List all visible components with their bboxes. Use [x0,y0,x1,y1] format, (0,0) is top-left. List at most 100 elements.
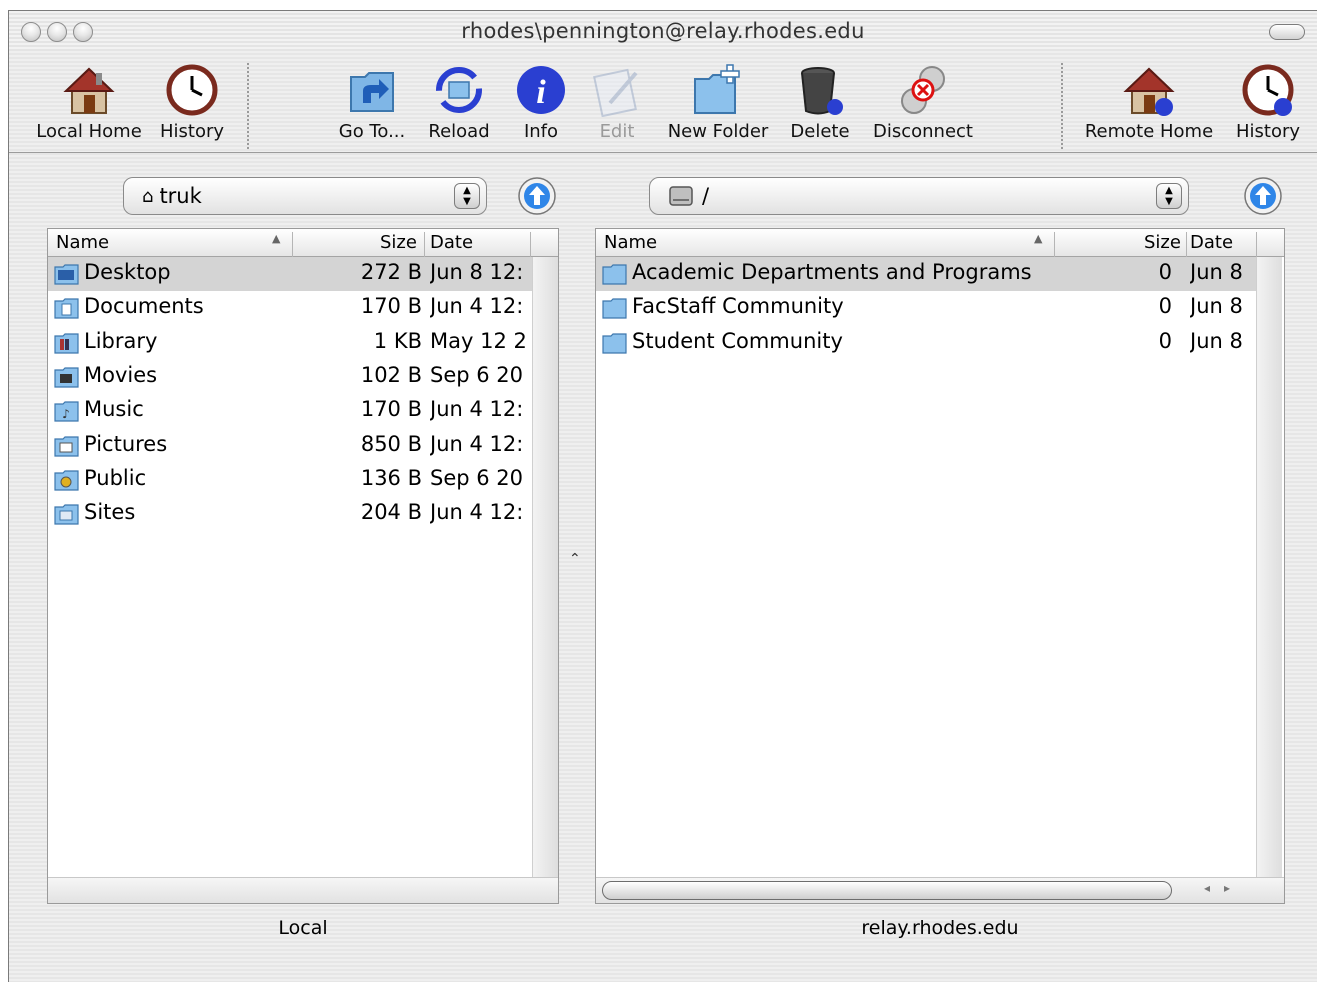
window-title: rhodes\pennington@relay.rhodes.edu [461,19,865,43]
pictures-folder-icon [54,435,79,457]
column-divider[interactable] [1186,232,1187,260]
hard-drive-icon [669,186,693,206]
file-size: 1 KB [373,328,422,353]
folder-icon [602,332,627,354]
file-name: Public [84,465,147,490]
remote-path-popup[interactable]: / ▲ ▼ [649,177,1189,215]
local-file-row[interactable]: Sites 204 B Jun 4 12: [48,497,532,531]
info-icon: i [517,66,565,114]
remote-clock-icon [1242,64,1294,116]
documents-folder-icon [54,298,79,319]
column-divider[interactable] [292,232,293,260]
file-size: 204 B [360,500,422,525]
remote-pane-label: relay.rhodes.edu [861,917,1019,939]
remote-col-size[interactable]: Size [1144,232,1181,253]
local-up-directory-button[interactable] [517,176,557,216]
toolbar: Local Home History Go To... Reload i Inf… [9,51,1317,153]
file-name: Student Community [632,328,843,353]
go-to-label: Go To... [338,121,406,142]
go-to-button[interactable]: Go To... [327,57,417,149]
column-divider[interactable] [424,232,425,260]
home-icon [63,67,115,114]
local-home-label: Local Home [36,121,142,142]
disconnect-button[interactable]: Disconnect [865,57,981,149]
local-home-button[interactable]: Local Home [23,57,155,149]
history-right-button[interactable]: History [1231,57,1305,149]
remote-horizontal-scrollbar[interactable]: ◂ ▸ [596,877,1284,903]
remote-file-row[interactable]: FacStaff Community 0 Jun 8 [596,291,1256,325]
local-file-row[interactable]: Movies 102 B Sep 6 20 [48,360,532,394]
local-col-size[interactable]: Size [380,232,417,253]
file-date: Jun 4 12: [430,431,524,456]
local-path-popup[interactable]: ⌂ truk ▲ ▼ [123,177,487,215]
folder-icon [602,264,627,285]
file-date: Sep 6 20 [430,465,524,490]
zoom-window-button[interactable] [73,22,93,42]
remote-home-button[interactable]: Remote Home [1079,57,1219,149]
local-file-row[interactable]: Public 136 B Sep 6 20 [48,463,532,497]
column-divider[interactable] [1256,232,1257,260]
svg-text:i: i [536,74,546,111]
app-window: rhodes\pennington@relay.rhodes.edu Local… [8,10,1317,982]
horizontal-scroll-thumb[interactable] [602,881,1172,900]
file-name: Library [84,328,158,353]
split-view-handle[interactable]: ⌃ [569,551,581,567]
remote-column-header: Name ▲ Size Date [596,229,1284,260]
remote-file-browser[interactable]: Name ▲ Size Date Academic Departments an… [595,228,1285,904]
library-folder-icon [54,332,79,354]
new-folder-button[interactable]: New Folder [659,57,777,149]
local-horizontal-scroll-area[interactable] [48,877,558,903]
local-col-name[interactable]: Name [56,232,109,253]
sort-ascending-icon: ▲ [1034,232,1043,245]
popup-arrows-icon: ▲ ▼ [1156,183,1182,209]
svg-text:♪: ♪ [62,407,70,421]
scroll-right-arrow-icon[interactable]: ▸ [1224,881,1230,895]
clock-icon [166,64,218,116]
local-file-row[interactable]: Documents 170 B Jun 4 12: [48,291,532,325]
remote-vertical-scrollbar[interactable] [1256,257,1282,877]
column-divider[interactable] [1054,232,1055,260]
file-size: 102 B [360,362,422,387]
remote-home-icon [1123,67,1175,116]
home-small-icon: ⌂ [142,185,154,207]
remote-up-directory-button[interactable] [1243,176,1283,216]
file-name: Pictures [84,431,168,456]
file-size: 170 B [360,294,422,319]
file-name: Sites [84,500,136,525]
info-button[interactable]: i Info [509,57,573,149]
minimize-window-button[interactable] [47,22,67,42]
history-right-label: History [1235,121,1301,142]
trash-icon [801,67,843,115]
close-window-button[interactable] [21,22,41,42]
delete-button[interactable]: Delete [783,57,857,149]
edit-button[interactable]: Edit [585,57,649,149]
toolbar-toggle-button[interactable] [1269,24,1305,40]
local-vertical-scrollbar[interactable] [532,257,558,877]
scroll-left-arrow-icon[interactable]: ◂ [1204,881,1210,895]
remote-file-row[interactable]: Academic Departments and Programs 0 Jun 8 [596,257,1256,291]
local-file-row[interactable]: Desktop 272 B Jun 8 12: [48,257,532,291]
history-left-button[interactable]: History [155,57,229,149]
file-name: Academic Departments and Programs [632,260,1032,284]
remote-file-row[interactable]: Student Community 0 Jun 8 [596,326,1256,360]
local-file-row[interactable]: ♪ Music 170 B Jun 4 12: [48,394,532,428]
remote-col-date[interactable]: Date [1190,232,1233,253]
file-name: Music [84,397,144,422]
remote-col-name[interactable]: Name [604,232,657,253]
file-date: Jun 8 [1190,260,1243,284]
file-size: 136 B [360,465,422,490]
file-date: Jun 8 12: [430,260,524,284]
local-file-row[interactable]: Library 1 KB May 12 2 [48,326,532,360]
file-name: FacStaff Community [632,294,844,319]
local-file-browser[interactable]: Name ▲ Size Date Desktop 272 B Jun 8 12: Do… [47,228,559,904]
reload-button[interactable]: Reload [423,57,495,149]
local-path-text: truk [159,184,202,208]
column-divider[interactable] [530,232,531,260]
sort-ascending-icon: ▲ [272,232,281,245]
info-label: Info [523,121,559,142]
file-size: 0 [1158,294,1172,319]
sites-folder-icon [54,504,79,525]
disconnect-label: Disconnect [873,121,973,142]
local-file-row[interactable]: Pictures 850 B Jun 4 12: [48,429,532,463]
local-col-date[interactable]: Date [430,232,473,253]
